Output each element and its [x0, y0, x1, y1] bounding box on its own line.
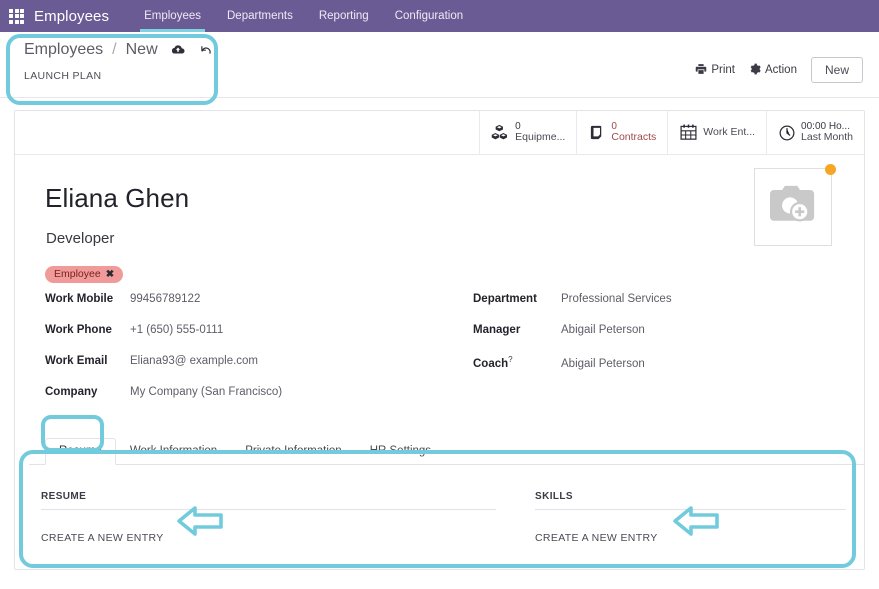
field-label: Department	[473, 293, 537, 305]
field-value[interactable]: +1 (650) 555-0111	[130, 324, 223, 336]
employee-fields: Work Mobile 99456789122 Work Phone +1 (6…	[15, 283, 864, 417]
nav-item-configuration[interactable]: Configuration	[382, 0, 476, 32]
field-value[interactable]: Eliana93@ example.com	[130, 355, 258, 367]
new-button[interactable]: New	[810, 57, 863, 83]
employee-tag-badge[interactable]: Employee ✖	[45, 266, 124, 283]
resume-create-entry-link[interactable]: CREATE A NEW ENTRY	[41, 532, 164, 544]
tab-private-information[interactable]: Private Information	[231, 438, 356, 465]
breadcrumb-area: Employees / New LAUNCH PLAN	[24, 41, 213, 82]
action-button[interactable]: Action	[749, 63, 797, 78]
apps-grid-icon[interactable]	[9, 8, 24, 24]
undo-arrow-icon[interactable]	[199, 43, 213, 57]
book-icon	[588, 124, 606, 141]
app-brand-title[interactable]: Employees	[34, 8, 109, 25]
close-icon[interactable]: ✖	[106, 269, 114, 280]
tab-hr-settings[interactable]: HR Settings	[356, 438, 445, 465]
breadcrumb-separator: /	[112, 41, 117, 58]
field-work-email: Work Email Eliana93@ example.com	[45, 355, 445, 386]
resume-tab-panel: RESUME CREATE A NEW ENTRY SKILLS CREATE …	[15, 465, 864, 546]
print-label: Print	[711, 64, 736, 76]
field-work-phone: Work Phone +1 (650) 555-0111	[45, 324, 445, 355]
resume-section-title: RESUME	[41, 491, 496, 510]
employee-title-area: Eliana Ghen Developer Employee ✖	[15, 155, 864, 283]
navbar-menu: Employees Departments Reporting Configur…	[131, 0, 476, 32]
nav-item-reporting[interactable]: Reporting	[306, 0, 382, 32]
field-label: Work Email	[45, 355, 108, 367]
stat-label: Last Month	[801, 131, 853, 144]
top-navbar: Employees Employees Departments Reportin…	[0, 0, 879, 32]
field-value[interactable]: Professional Services	[561, 293, 672, 305]
field-value[interactable]: Abigail Peterson	[561, 324, 645, 336]
notebook-tabs: Resume Work Information Private Informat…	[29, 435, 864, 465]
field-value[interactable]: 99456789122	[130, 293, 200, 305]
tab-resume[interactable]: Resume	[45, 438, 116, 465]
stat-label: Contracts	[611, 131, 657, 144]
form-sheet: 0 Equipme... 0 Contracts Work Ent... 00:…	[14, 110, 865, 570]
tab-work-information[interactable]: Work Information	[116, 438, 231, 465]
nav-item-employees[interactable]: Employees	[131, 0, 214, 32]
cubes-icon	[491, 124, 510, 141]
odoo-employee-form-page: Employees Employees Departments Reportin…	[0, 0, 879, 589]
employee-name[interactable]: Eliana Ghen	[45, 183, 864, 214]
clock-icon	[778, 124, 796, 142]
field-label: Work Phone	[45, 324, 112, 336]
stat-button-hours-last-month[interactable]: 00:00 Ho... Last Month	[766, 111, 864, 154]
resume-section: RESUME CREATE A NEW ENTRY	[41, 491, 496, 546]
status-badge	[825, 164, 836, 175]
print-button[interactable]: Print	[695, 63, 735, 78]
camera-add-icon	[766, 182, 820, 233]
stat-label: Equipme...	[515, 131, 566, 144]
control-panel: Employees / New LAUNCH PLAN Print Action…	[0, 32, 879, 98]
stat-button-work-entries-text: Work Ent...	[703, 125, 756, 139]
breadcrumb-root[interactable]: Employees	[24, 41, 103, 59]
stat-button-work-entries[interactable]: Work Ent...	[667, 111, 766, 154]
gear-icon	[749, 63, 761, 78]
breadcrumb: Employees / New	[24, 41, 213, 59]
field-value[interactable]: My Company (San Francisco)	[130, 386, 282, 398]
fields-right-column: Department Professional Services Manager…	[445, 293, 825, 417]
field-label: Work Mobile	[45, 293, 114, 305]
skills-create-entry-link[interactable]: CREATE A NEW ENTRY	[535, 532, 658, 544]
field-label: Company	[45, 386, 98, 398]
employee-job-title[interactable]: Developer	[46, 230, 864, 247]
cloud-upload-icon[interactable]	[171, 43, 185, 57]
skills-section: SKILLS CREATE A NEW ENTRY	[435, 491, 846, 546]
stat-button-contracts[interactable]: 0 Contracts	[576, 111, 667, 154]
avatar-upload-box[interactable]	[754, 164, 836, 246]
stat-button-row: 0 Equipme... 0 Contracts Work Ent... 00:…	[15, 111, 864, 155]
launch-plan-button[interactable]: LAUNCH PLAN	[24, 70, 213, 82]
field-company: Company My Company (San Francisco)	[45, 386, 445, 417]
field-label: Manager	[473, 324, 521, 336]
stat-label: Work Ent...	[703, 125, 756, 138]
field-department: Department Professional Services	[473, 293, 825, 324]
stat-button-equipment[interactable]: 0 Equipme...	[479, 111, 576, 154]
field-value[interactable]: Abigail Peterson	[561, 358, 645, 370]
control-panel-actions: Print Action New	[695, 57, 863, 83]
breadcrumb-current: New	[125, 41, 158, 58]
field-label-text: Coach	[473, 357, 509, 370]
calendar-icon	[679, 123, 698, 142]
stat-button-contracts-text: 0 Contracts	[611, 121, 656, 144]
printer-icon	[695, 63, 707, 78]
nav-item-departments[interactable]: Departments	[214, 0, 306, 32]
action-label: Action	[765, 64, 797, 76]
field-work-mobile: Work Mobile 99456789122	[45, 293, 445, 324]
stat-button-equipment-text: 0 Equipme...	[515, 121, 565, 144]
tag-label: Employee	[54, 268, 101, 280]
field-manager: Manager Abigail Peterson	[473, 324, 825, 355]
field-label: Coach?	[473, 355, 561, 370]
skills-section-title: SKILLS	[535, 491, 846, 510]
stat-button-hours-text: 00:00 Ho... Last Month	[801, 121, 853, 144]
fields-left-column: Work Mobile 99456789122 Work Phone +1 (6…	[45, 293, 445, 417]
field-coach: Coach? Abigail Peterson	[473, 355, 825, 386]
help-icon[interactable]: ?	[508, 355, 512, 364]
